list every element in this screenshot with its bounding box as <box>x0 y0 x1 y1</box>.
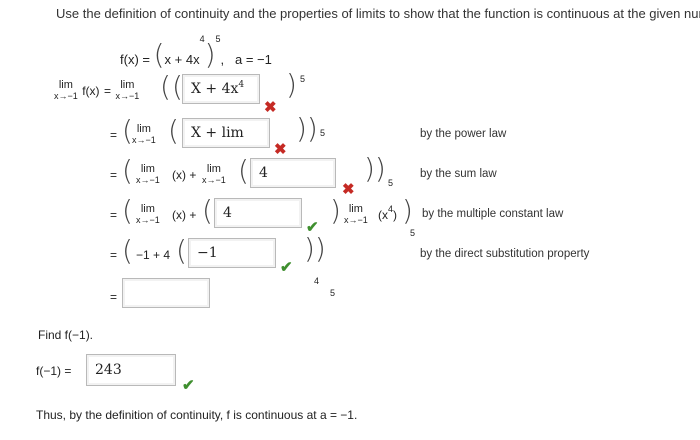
incorrect-icon: ✖ <box>274 141 287 158</box>
incorrect-icon: ✖ <box>342 181 355 198</box>
find-label: Find f(−1). <box>38 328 94 342</box>
row3-answer-box[interactable]: 4 <box>250 158 336 188</box>
function-lhs: f(x) = <box>120 52 154 67</box>
row4-answer-box[interactable]: 4 <box>214 198 302 228</box>
f-at-label: f(−1) = <box>36 364 72 378</box>
row5-answer-box[interactable]: −1 <box>188 238 276 268</box>
question-text: Use the definition of continuity and the… <box>56 6 700 21</box>
row1-answer-box[interactable]: X + 4x4 <box>182 74 260 104</box>
reason-power-law: by the power law <box>420 128 507 140</box>
conclusion-text: Thus, by the definition of continuity, f… <box>36 408 358 422</box>
function-inner: x + 4x <box>164 52 200 67</box>
row1-lhs: lim x→−1 f(x) = lim x→−1 <box>54 79 140 102</box>
reason-sum-law: by the sum law <box>420 168 497 180</box>
reason-multiple-constant-law: by the multiple constant law <box>422 208 564 220</box>
correct-icon: ✔ <box>280 259 293 276</box>
correct-icon: ✔ <box>182 377 195 394</box>
given-point: a = −1 <box>235 52 272 67</box>
row6-answer-box[interactable] <box>122 278 210 308</box>
incorrect-icon: ✖ <box>264 99 277 116</box>
row2-answer-box[interactable]: X + lim <box>182 118 270 148</box>
reason-direct-substitution: by the direct substitution property <box>420 248 590 260</box>
function-definition: f(x) = (x + 4x4)5, a = −1 <box>120 34 272 71</box>
f-at-answer-box[interactable]: 243 <box>86 354 176 386</box>
